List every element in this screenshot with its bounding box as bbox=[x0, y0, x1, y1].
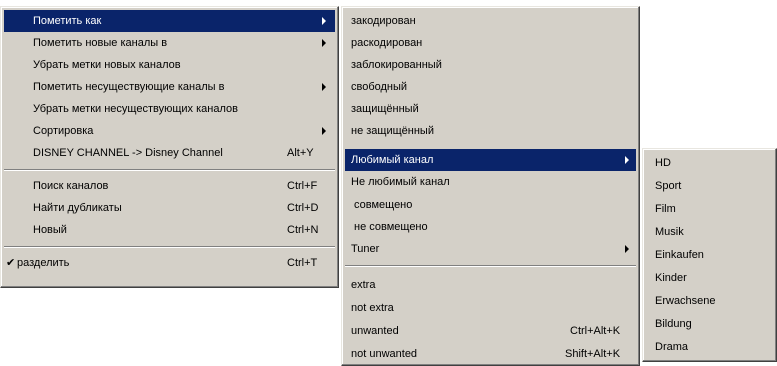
menu-item-label: Убрать метки несуществующих каналов bbox=[33, 103, 238, 115]
menu-item-not-favorite-channel[interactable]: Не любимый канал bbox=[345, 171, 636, 193]
menu-item-label: not extra bbox=[351, 302, 394, 314]
menu-item-favorite-channel[interactable]: Любимый канал bbox=[345, 149, 636, 171]
menu-item-label: Любимый канал bbox=[351, 154, 434, 166]
checkmark-icon: ✔ bbox=[6, 257, 16, 269]
menu-item-label: не защищённый bbox=[351, 125, 434, 137]
menu-item-label: заблокированный bbox=[351, 59, 442, 71]
menu-item-label: Убрать метки новых каналов bbox=[33, 59, 181, 71]
menu-item-shortcut: Shift+Alt+K bbox=[565, 348, 621, 360]
menu-item-musik[interactable]: Musik bbox=[646, 221, 773, 243]
menu-item-rename-disney[interactable]: DISNEY CHANNEL -> Disney Channel Alt+Y bbox=[4, 142, 335, 164]
menu-item-label: Пометить новые каналы в bbox=[33, 37, 168, 49]
menu-item-label: Не любимый канал bbox=[351, 176, 450, 188]
menu-item-shortcut: Ctrl+T bbox=[287, 257, 318, 269]
menu-item-label: Film bbox=[655, 203, 676, 215]
menu-separator bbox=[4, 246, 335, 248]
menu-item-shortcut: Ctrl+F bbox=[287, 180, 318, 192]
submenu-arrow-icon bbox=[322, 83, 326, 91]
submenu-arrow-icon bbox=[625, 245, 629, 253]
menu-item-kinder[interactable]: Kinder bbox=[646, 267, 773, 289]
menu-item-label: unwanted bbox=[351, 325, 399, 337]
menu-item-split[interactable]: ✔ разделить Ctrl+T bbox=[4, 252, 335, 274]
menu-item-label: Пометить несуществующие каналы в bbox=[33, 81, 225, 93]
menu-item-hd[interactable]: HD bbox=[646, 152, 773, 174]
menu-item-label: DISNEY CHANNEL -> Disney Channel bbox=[33, 147, 223, 159]
menu-item-label: свободный bbox=[351, 81, 408, 93]
submenu-arrow-icon bbox=[625, 156, 629, 164]
submenu-arrow-icon bbox=[322, 17, 326, 25]
menu-item-search-channels[interactable]: Поиск каналов Ctrl+F bbox=[4, 175, 335, 197]
submenu-arrow-icon bbox=[322, 39, 326, 47]
menu-item-erwachsene[interactable]: Erwachsene bbox=[646, 290, 773, 312]
menu-item-mark-as[interactable]: Пометить как bbox=[4, 10, 335, 32]
menu-item-shortcut: Alt+Y bbox=[287, 147, 314, 159]
menu-item-label: Найти дубликаты bbox=[33, 202, 122, 214]
menu-item-label: не совмещено bbox=[354, 221, 428, 233]
menu-item-label: not unwanted bbox=[351, 348, 418, 360]
menu-item-label: Новый bbox=[33, 224, 67, 236]
menu-item-label: закодирован bbox=[351, 15, 416, 27]
menu-item-label: Поиск каналов bbox=[33, 180, 109, 192]
menu-item-shortcut: Ctrl+N bbox=[287, 224, 319, 236]
menu-item-not-extra[interactable]: not extra bbox=[345, 297, 636, 319]
menu-item-label: extra bbox=[351, 279, 376, 291]
menu-item-shortcut: Ctrl+D bbox=[287, 202, 319, 214]
menu-item-mark-nonexistent-channels[interactable]: Пометить несуществующие каналы в bbox=[4, 76, 335, 98]
menu-item-label: Erwachsene bbox=[655, 295, 716, 307]
menu-item-label: Tuner bbox=[351, 243, 380, 255]
menu-item-label: Drama bbox=[655, 341, 689, 353]
menu-item-not-combined[interactable]: не совмещено bbox=[345, 216, 636, 238]
menu-item-label: раскодирован bbox=[351, 37, 423, 49]
menu-item-label: Sport bbox=[655, 180, 682, 192]
menu-item-label: совмещено bbox=[354, 199, 413, 211]
menu-item-unmark-new-channels[interactable]: Убрать метки новых каналов bbox=[4, 54, 335, 76]
menu-item-label: Einkaufen bbox=[655, 249, 704, 261]
menu-item-combined[interactable]: совмещено bbox=[345, 194, 636, 216]
menu-item-encoded[interactable]: закодирован bbox=[345, 10, 636, 32]
menu-item-label: Bildung bbox=[655, 318, 692, 330]
menu-item-find-duplicates[interactable]: Найти дубликаты Ctrl+D bbox=[4, 197, 335, 219]
submenu-arrow-icon bbox=[322, 127, 326, 135]
menu-item-shortcut: Ctrl+Alt+K bbox=[570, 325, 621, 337]
menu-item-mark-new-channels[interactable]: Пометить новые каналы в bbox=[4, 32, 335, 54]
menu-item-locked[interactable]: заблокированный bbox=[345, 54, 636, 76]
menu-item-unmark-nonexistent-channels[interactable]: Убрать метки несуществующих каналов bbox=[4, 98, 335, 120]
menu-item-extra[interactable]: extra bbox=[345, 274, 636, 296]
menu-item-free[interactable]: свободный bbox=[345, 76, 636, 98]
menu-item-label: Пометить как bbox=[33, 15, 102, 27]
menu-item-bildung[interactable]: Bildung bbox=[646, 313, 773, 335]
menu-item-protected[interactable]: защищённый bbox=[345, 98, 636, 120]
menu-item-einkaufen[interactable]: Einkaufen bbox=[646, 244, 773, 266]
menu-item-drama[interactable]: Drama bbox=[646, 336, 773, 358]
menu-item-label: HD bbox=[655, 157, 671, 169]
menu-item-label: разделить bbox=[17, 257, 70, 269]
menu-item-label: защищённый bbox=[351, 103, 419, 115]
menu-item-new[interactable]: Новый Ctrl+N bbox=[4, 219, 335, 241]
menu-item-label: Kinder bbox=[655, 272, 687, 284]
context-menu: Пометить как Пометить новые каналы в Убр… bbox=[0, 6, 339, 288]
menu-separator bbox=[345, 265, 636, 267]
menu-separator bbox=[4, 169, 335, 171]
menu-item-tuner[interactable]: Tuner bbox=[345, 238, 636, 260]
menu-item-label: Musik bbox=[655, 226, 684, 238]
menu-item-unprotected[interactable]: не защищённый bbox=[345, 120, 636, 142]
menu-item-label: Сортировка bbox=[33, 125, 94, 137]
menu-item-sport[interactable]: Sport bbox=[646, 175, 773, 197]
favorite-channel-submenu: HD Sport Film Musik Einkaufen Kinder Erw… bbox=[642, 148, 777, 362]
menu-item-decoded[interactable]: раскодирован bbox=[345, 32, 636, 54]
menu-item-unwanted[interactable]: unwanted Ctrl+Alt+K bbox=[345, 320, 636, 342]
menu-item-sort[interactable]: Сортировка bbox=[4, 120, 335, 142]
mark-as-submenu: закодирован раскодирован заблокированный… bbox=[341, 6, 640, 366]
menu-item-not-unwanted[interactable]: not unwanted Shift+Alt+K bbox=[345, 343, 636, 365]
menu-item-film[interactable]: Film bbox=[646, 198, 773, 220]
